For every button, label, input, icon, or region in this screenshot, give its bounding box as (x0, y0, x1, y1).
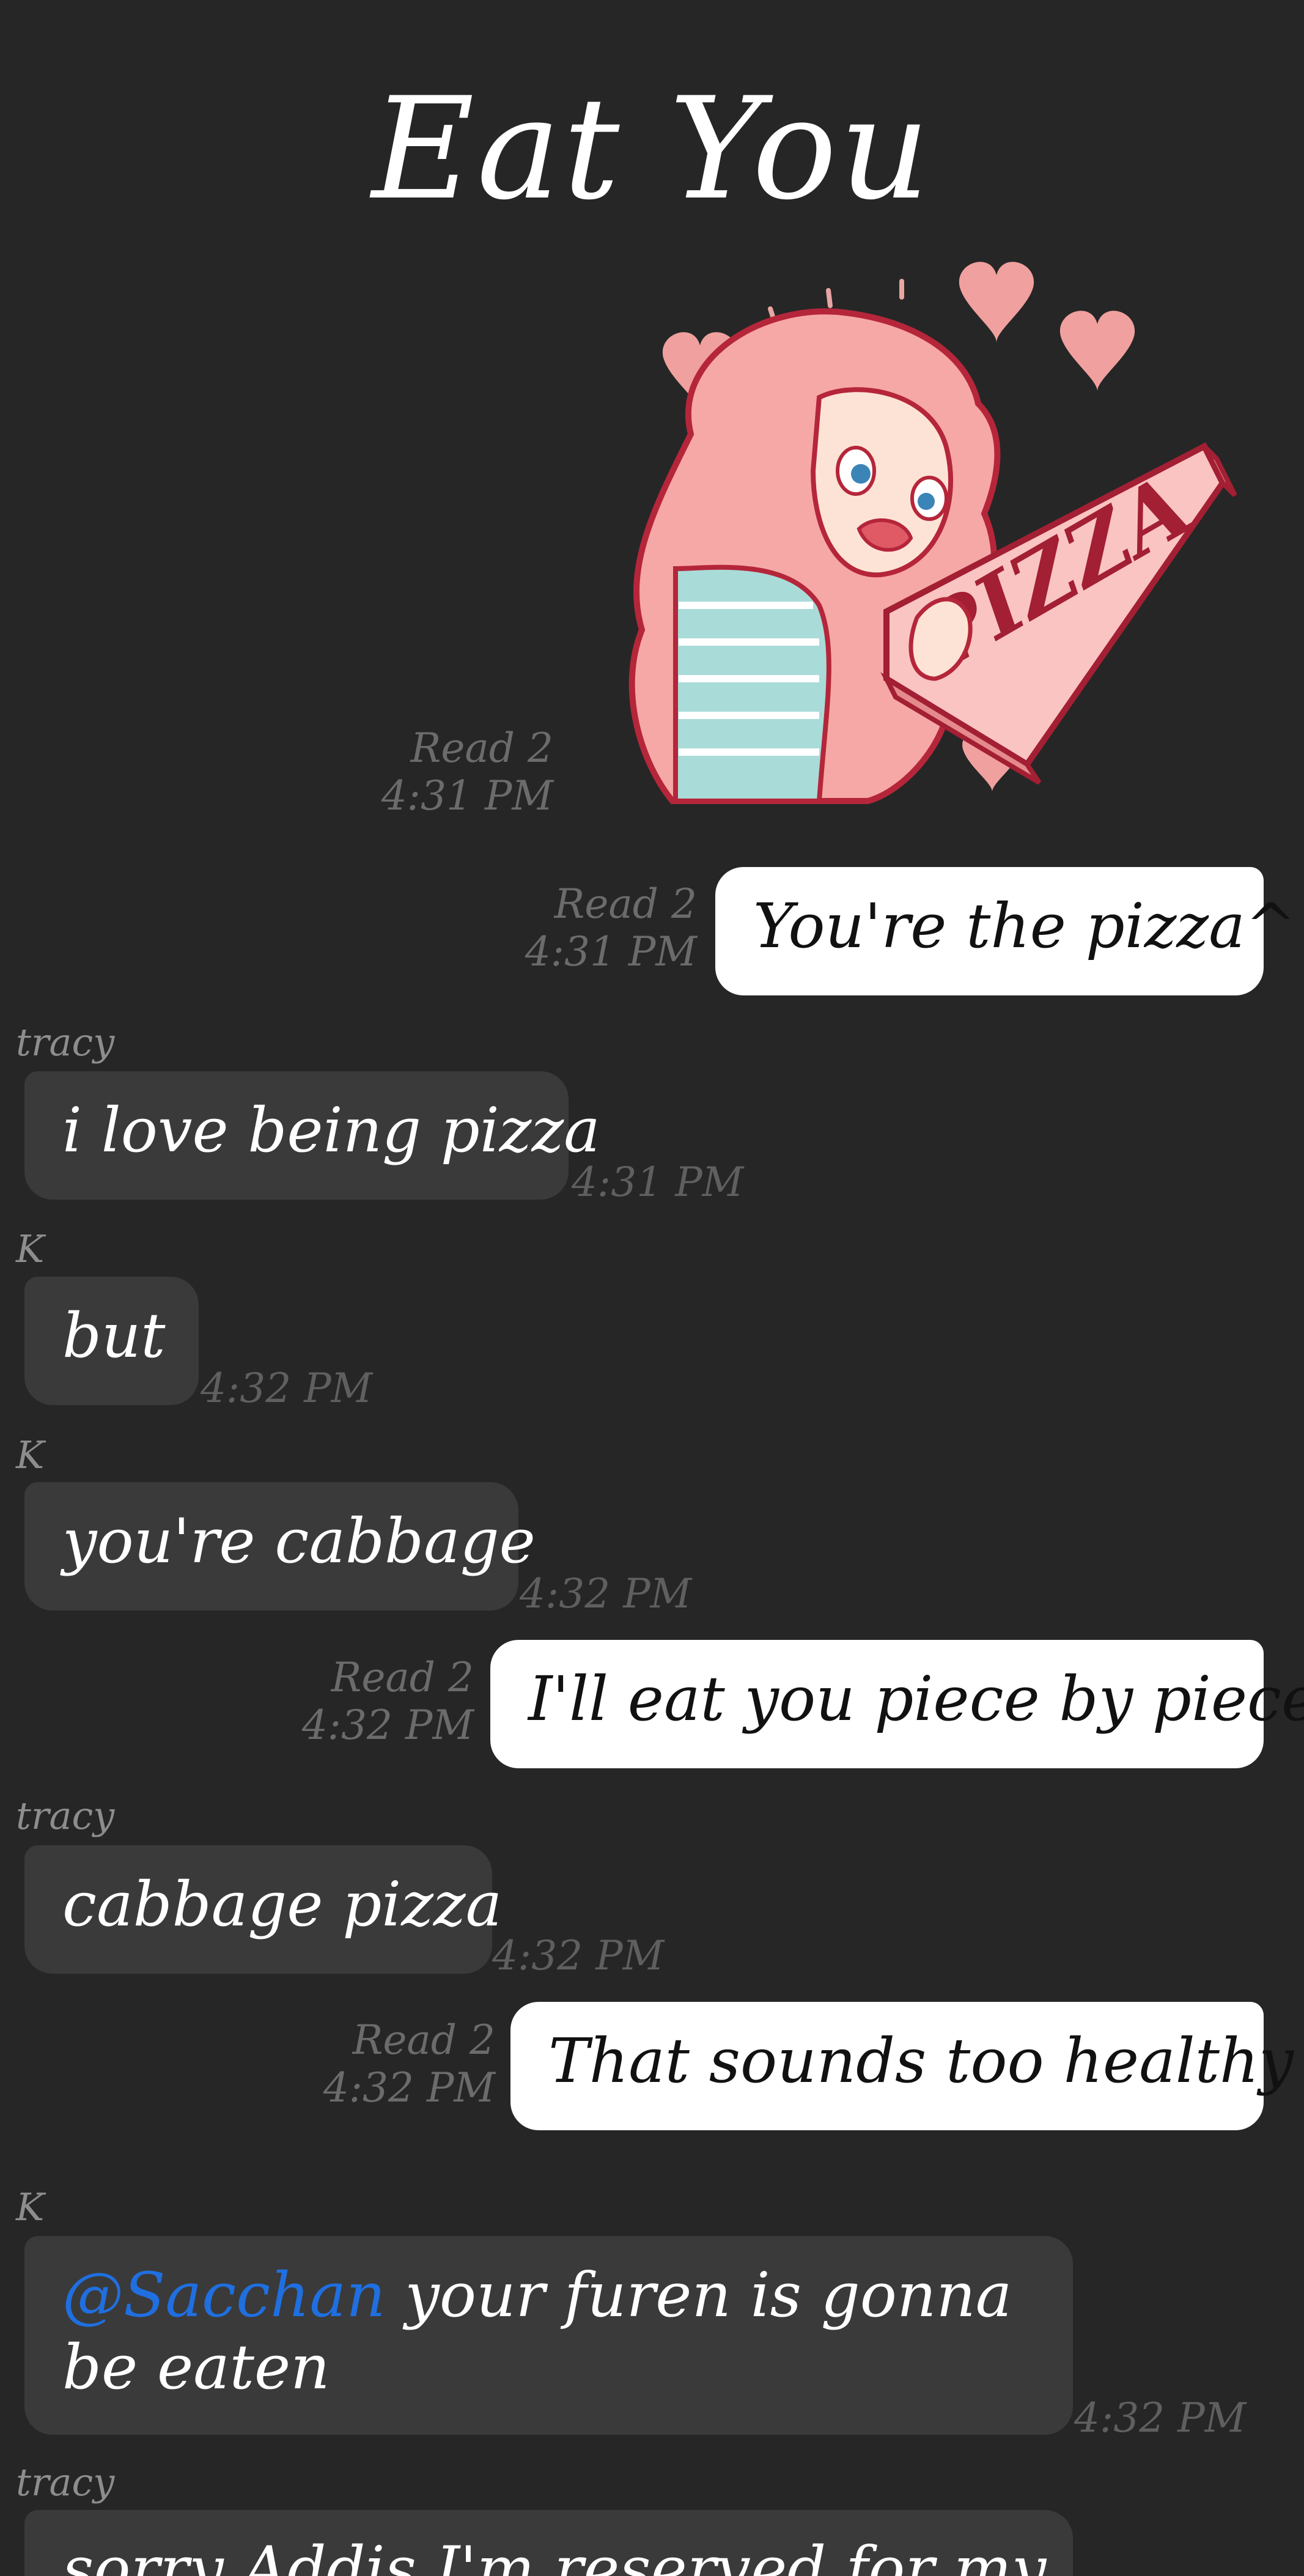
message-time: 4:32 PM (520, 1570, 692, 1617)
message-bubble-incoming[interactable]: you're cabbage (24, 1482, 536, 1611)
message-time: 4:32 PM (201, 1365, 373, 1412)
user-mention-link[interactable]: @Sacchan (62, 2259, 386, 2331)
sender-name: K (16, 1433, 45, 1477)
read-receipt: Read 2 4:32 PM (284, 2017, 495, 2112)
read-count: Read 2 (410, 725, 553, 772)
message-text: cabbage pizza (62, 1869, 503, 1940)
message-text: but (62, 1300, 166, 1371)
pizza-girl-sticker[interactable]: PIZZA (617, 251, 1241, 813)
message-time: 4:32 PM (323, 2064, 495, 2111)
sender-name: tracy (16, 1793, 115, 1838)
read-receipt: Read 2 4:31 PM (489, 880, 697, 976)
read-count: Read 2 (331, 1654, 474, 1701)
read-receipt: Read 2 4:32 PM (263, 1654, 474, 1749)
message-text: i love being pizza (62, 1094, 600, 1166)
message-text: That sounds too healthy (548, 2025, 1294, 2097)
message-text: you're cabbage (62, 1505, 536, 1577)
read-count: Read 2 (352, 2017, 495, 2064)
message-time: 4:31 PM (572, 1159, 744, 1206)
message-bubble-outgoing[interactable]: I'll eat you piece by piece (490, 1640, 1304, 1768)
chat-title: Eat You (371, 68, 932, 231)
heart-icon (1059, 311, 1135, 391)
message-bubble-incoming[interactable]: @Sacchan your furen is gonna be eaten (24, 2236, 1073, 2435)
sender-name: tracy (16, 1020, 115, 1065)
message-text: I'll eat you piece by piece (528, 1663, 1304, 1735)
message-time: 4:31 PM (525, 928, 697, 975)
message-text: You're the pizza^ (753, 890, 1297, 962)
message-time: 4:32 PM (492, 1932, 665, 1979)
message-bubble-incoming[interactable]: but (24, 1277, 199, 1405)
message-time: 4:32 PM (301, 1702, 474, 1749)
message-text: sorry Addis I'm reserved for my (62, 2533, 1047, 2576)
message-bubble-incoming[interactable]: i love being pizza (24, 1071, 600, 1200)
sender-name: K (16, 2185, 45, 2229)
read-count: Read 2 (554, 880, 697, 928)
message-bubble-outgoing[interactable]: That sounds too healthy (510, 2002, 1294, 2130)
message-time: 4:31 PM (381, 772, 553, 819)
heart-icon (959, 262, 1034, 342)
sender-name: K (16, 1227, 45, 1271)
message-bubble-outgoing[interactable]: You're the pizza^ (715, 867, 1297, 995)
sender-name: tracy (16, 2460, 115, 2504)
read-receipt: Read 2 4:31 PM (342, 725, 553, 820)
message-time: 4:32 PM (1074, 2394, 1247, 2441)
message-bubble-incoming[interactable]: cabbage pizza (24, 1845, 502, 1974)
message-bubble-incoming[interactable]: sorry Addis I'm reserved for my (24, 2510, 1073, 2576)
